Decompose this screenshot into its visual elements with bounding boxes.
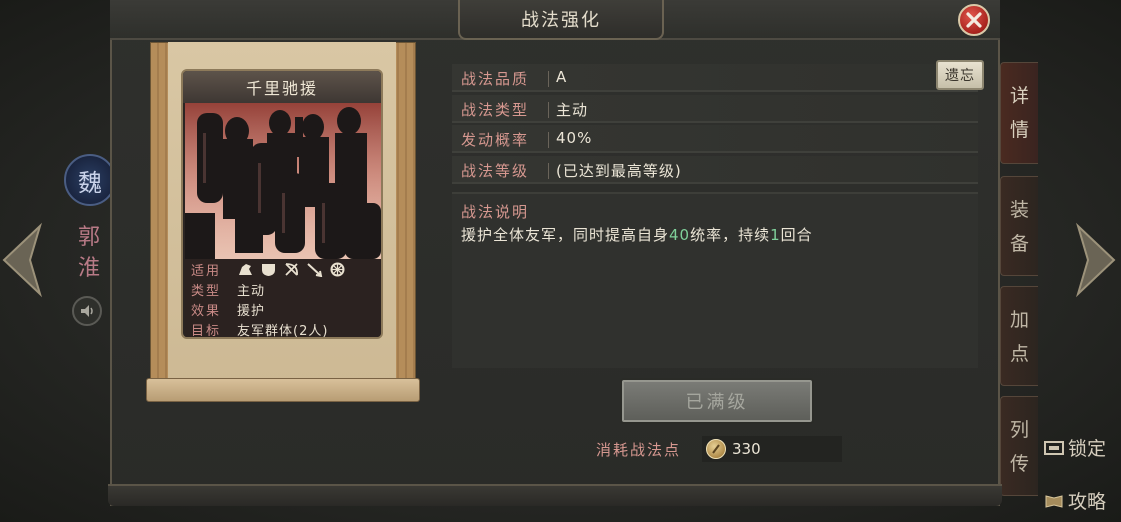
description-highlight: 1 — [770, 226, 781, 244]
shield-icon — [262, 263, 275, 276]
skill-card-info: 适用 类型 主动 效果 援护 目标 友军群体(2人) — [185, 259, 381, 339]
description-highlight: 40 — [669, 226, 691, 244]
spear-icon — [307, 262, 323, 277]
attribute-row-level: 战法等级 (已达到最高等级) — [452, 156, 978, 184]
attribute-label: 发动概率 — [461, 131, 530, 149]
skill-point-icon — [706, 439, 726, 459]
type-value: 主动 — [237, 283, 266, 299]
scroll-rod — [146, 378, 420, 402]
attribute-label: 战法品质 — [461, 70, 530, 88]
voice-icon[interactable] — [72, 296, 102, 326]
target-value: 友军群体(2人) — [237, 323, 329, 339]
previous-general-arrow-icon[interactable] — [0, 222, 44, 298]
attribute-value: A — [556, 68, 568, 86]
lock-icon — [1044, 440, 1064, 455]
divider — [548, 132, 549, 148]
attribute-value: (已达到最高等级) — [556, 162, 682, 180]
cavalry-icon — [239, 263, 252, 275]
faction-badge: 魏 — [64, 154, 116, 206]
tab-equipment[interactable]: 装备 — [1000, 176, 1038, 276]
description-part: 援护全体友军，同时提高自身 — [461, 226, 670, 244]
attribute-value: 40% — [556, 129, 593, 147]
skill-name: 千里驰援 — [183, 71, 381, 103]
divider — [548, 71, 549, 87]
close-icon — [966, 12, 982, 28]
attribute-row-quality: 战法品质 A — [452, 64, 978, 92]
effect-value: 援护 — [237, 303, 266, 319]
strategy-label: 攻略 — [1068, 491, 1107, 513]
description-part: 回合 — [780, 226, 813, 244]
attribute-value: 主动 — [556, 101, 589, 119]
next-general-arrow-icon[interactable] — [1074, 222, 1118, 298]
general-name: 郭淮 — [77, 225, 100, 281]
cost-label: 消耗战法点 — [596, 441, 682, 459]
cost-display: 消耗战法点 330 — [592, 436, 842, 462]
effect-label: 效果 — [191, 303, 222, 319]
dialog-title: 战法强化 — [458, 0, 664, 40]
description-title: 战法说明 — [461, 203, 530, 221]
max-level-button[interactable]: 已满级 — [622, 380, 812, 422]
cost-value: 330 — [732, 440, 761, 458]
close-button[interactable] — [958, 4, 990, 36]
lock-label: 锁定 — [1068, 438, 1107, 460]
divider — [548, 163, 549, 179]
skill-description-box: 战法说明 援护全体友军，同时提高自身40统率，持续1回合 — [452, 192, 978, 368]
attribute-row-rate: 发动概率 40% — [452, 125, 978, 153]
cost-box: 330 — [702, 436, 842, 462]
troop-type-icons — [237, 262, 346, 277]
tab-biography[interactable]: 列传 — [1000, 396, 1038, 496]
skill-artwork — [185, 103, 381, 259]
target-label: 目标 — [191, 323, 222, 339]
attribute-row-type: 战法类型 主动 — [452, 95, 978, 123]
forget-button[interactable]: 遗忘 — [936, 60, 984, 90]
description-text: 援护全体友军，同时提高自身40统率，持续1回合 — [461, 224, 813, 245]
skill-card: 千里驰援 适用 类型 主动 效果 援护 目标 友军群体(2人) — [181, 69, 383, 339]
dialog-footer — [108, 484, 1002, 506]
tab-add-points[interactable]: 加点 — [1000, 286, 1038, 386]
type-label: 类型 — [191, 283, 222, 299]
divider — [548, 102, 549, 118]
applicable-label: 适用 — [191, 263, 222, 279]
wheel-icon — [330, 262, 345, 276]
lock-button[interactable]: 锁定 — [1044, 434, 1106, 461]
book-icon — [1045, 494, 1063, 508]
description-part: 统率，持续 — [690, 226, 771, 244]
attribute-label: 战法等级 — [461, 162, 530, 180]
bow-icon — [285, 262, 298, 276]
attribute-label: 战法类型 — [461, 101, 530, 119]
tab-details[interactable]: 详情 — [1000, 62, 1038, 164]
strategy-button[interactable]: 攻略 — [1044, 487, 1106, 514]
